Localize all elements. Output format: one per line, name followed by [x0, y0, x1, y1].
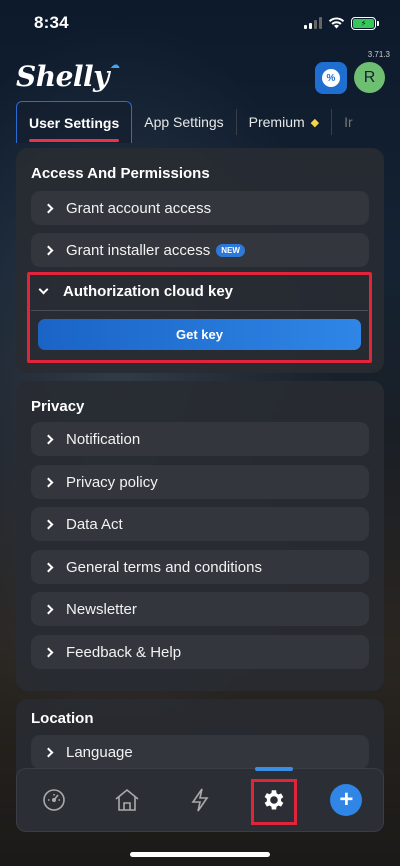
discount-icon: % [322, 69, 340, 87]
tab-premium[interactable]: Premium ◆ [237, 101, 331, 143]
section-title: Access And Permissions [31, 165, 210, 182]
tab-label: Premium [248, 114, 305, 130]
chevron-right-icon [43, 203, 54, 213]
active-nav-indicator [255, 767, 293, 771]
newsletter-item[interactable]: Newsletter [31, 592, 369, 626]
cellular-signal-icon [304, 17, 322, 29]
highlight-box [27, 272, 372, 363]
privacy-card: Privacy Notification Privacy policy Data… [16, 381, 384, 691]
status-bar: 8:34 ⚡ [0, 0, 400, 46]
new-badge: NEW [216, 243, 245, 257]
item-label: Language [66, 743, 133, 761]
chevron-right-icon [43, 604, 54, 614]
general-terms-item[interactable]: General terms and conditions [31, 550, 369, 584]
privacy-policy-item[interactable]: Privacy policy [31, 465, 369, 499]
app-version: 3.71.3 [367, 50, 390, 59]
home-icon[interactable] [107, 780, 147, 820]
home-indicator[interactable] [130, 852, 270, 857]
user-avatar[interactable]: R [354, 62, 385, 93]
tab-partial[interactable]: Ir [332, 101, 365, 143]
chevron-right-icon [43, 747, 54, 757]
section-title: Privacy [31, 398, 85, 415]
lightning-icon[interactable] [180, 780, 220, 820]
tab-label: App Settings [144, 114, 224, 130]
add-device-button[interactable]: + [326, 780, 366, 820]
chevron-right-icon [43, 519, 54, 529]
tab-label: Ir [344, 114, 353, 130]
item-label: Data Act [66, 515, 123, 533]
tab-app-settings[interactable]: App Settings [132, 101, 235, 143]
wifi-icon [328, 17, 345, 29]
settings-tabs: User Settings App Settings Premium ◆ Ir [16, 101, 384, 143]
section-title: Location [31, 710, 94, 727]
highlight-box [251, 779, 297, 825]
logo-cloud-icon: ☁ [110, 60, 120, 71]
status-time: 8:34 [34, 13, 69, 32]
grant-installer-access-item[interactable]: Grant installer access NEW [31, 233, 369, 267]
discount-badge-button[interactable]: % [315, 62, 347, 94]
bottom-navigation: + [16, 767, 384, 832]
data-act-item[interactable]: Data Act [31, 507, 369, 541]
item-label: General terms and conditions [66, 558, 262, 576]
tab-user-settings[interactable]: User Settings [16, 101, 133, 143]
chevron-right-icon [43, 434, 54, 444]
feedback-help-item[interactable]: Feedback & Help [31, 635, 369, 669]
premium-gem-icon: ◆ [310, 116, 320, 129]
chevron-right-icon [43, 562, 54, 572]
chevron-right-icon [43, 245, 54, 255]
item-label: Notification [66, 430, 141, 448]
plus-icon: + [330, 784, 363, 816]
item-label: Privacy policy [66, 473, 158, 491]
item-label: Newsletter [66, 600, 137, 618]
app-header: Shelly ☁ 3.71.3 % R [0, 46, 400, 100]
status-icons: ⚡ [304, 16, 379, 30]
chevron-right-icon [43, 477, 54, 487]
tab-label: User Settings [29, 114, 120, 131]
dashboard-icon[interactable] [34, 780, 74, 820]
chevron-right-icon [43, 647, 54, 657]
grant-account-access-item[interactable]: Grant account access [31, 191, 369, 225]
language-item[interactable]: Language [31, 735, 369, 769]
shelly-logo: Shelly [16, 60, 109, 93]
active-tab-underline [29, 139, 120, 142]
item-label: Feedback & Help [66, 643, 182, 661]
notification-item[interactable]: Notification [31, 422, 369, 456]
battery-icon: ⚡ [351, 16, 379, 30]
item-label: Grant installer access [66, 241, 211, 259]
item-label: Grant account access [66, 199, 212, 217]
